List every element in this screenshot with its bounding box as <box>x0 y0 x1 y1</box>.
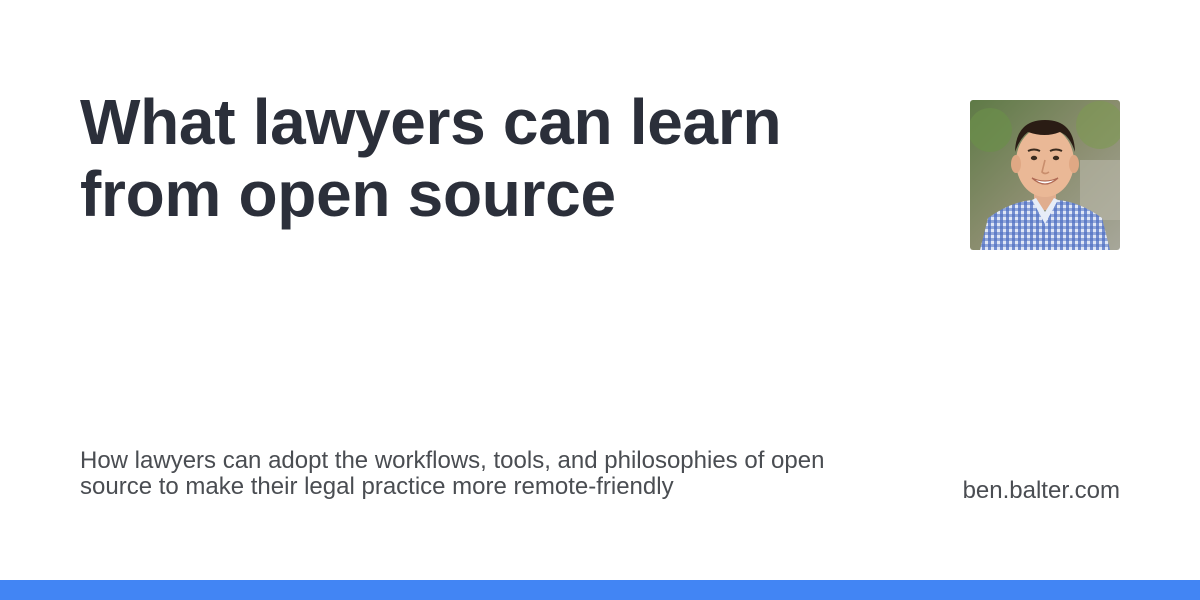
author-avatar <box>970 100 1120 250</box>
page-title: What lawyers can learn from open source <box>80 86 782 230</box>
site-link[interactable]: ben.balter.com <box>963 478 1120 504</box>
accent-bar <box>0 580 1200 600</box>
page-description: How lawyers can adopt the workflows, too… <box>80 447 825 500</box>
